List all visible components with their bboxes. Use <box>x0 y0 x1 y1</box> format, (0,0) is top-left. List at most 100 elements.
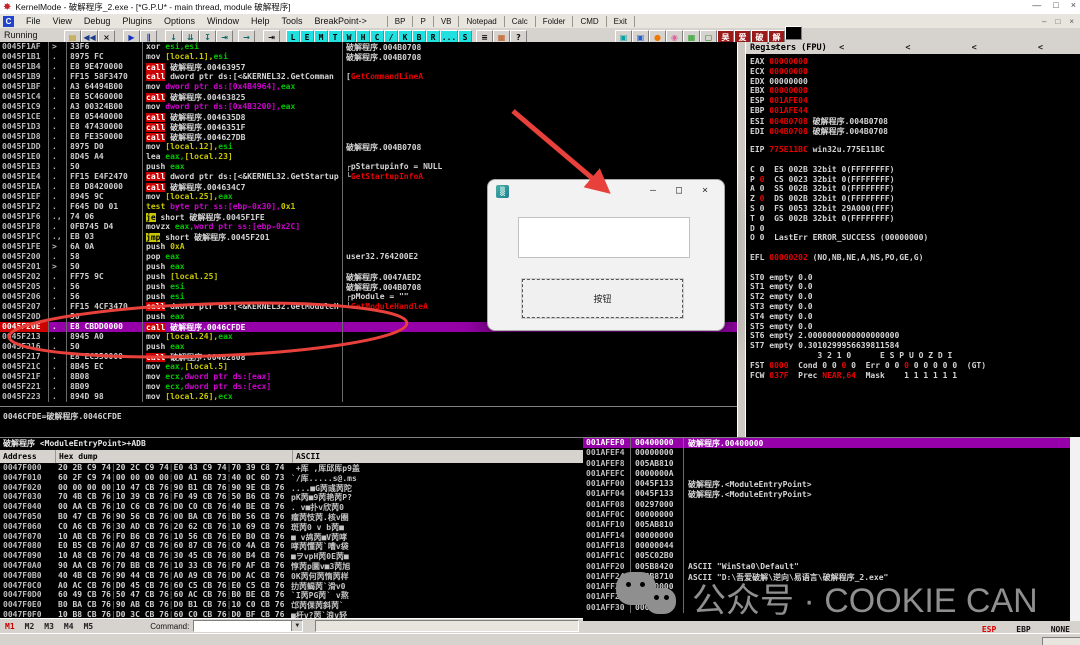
disasm-row[interactable]: 0045F21C. 8B45 EC mov eax,[local.5] <box>0 362 737 372</box>
menu-item-options[interactable]: Options <box>158 16 201 26</box>
dump-row[interactable]: 0047F0E0 B0 BA CB 76|90 AB CB 76|D0 B1 CB… <box>0 600 583 610</box>
disasm-row[interactable]: 0045F1E3. 50 push eax ┌pStartupinfo = NULL <box>0 162 737 172</box>
stack-row[interactable]: 001AFEF8 005AB810 <box>583 458 1070 469</box>
stack-row[interactable]: 001AFF08 00297000 <box>583 499 1070 511</box>
register-line[interactable]: ST4 empty 0.0 <box>750 312 1080 322</box>
disasm-row[interactable]: 0045F1E0. 8D45 A4 lea eax,[local.23] <box>0 152 737 162</box>
register-line[interactable]: FST 0000 Cond 0 0 0 0 Err 0 0 0 0 0 0 0 … <box>750 361 1080 371</box>
menu-item-breakpoint[interactable]: BreakPoint-> <box>309 16 373 26</box>
stack-scrollbar[interactable] <box>1070 437 1080 621</box>
register-line[interactable] <box>750 155 1080 165</box>
memory-tab-m4[interactable]: M4 <box>59 622 79 631</box>
disasm-row[interactable]: 0045F1B9. FF15 58F3470 call dword ptr ds:[… <box>0 72 737 82</box>
register-line[interactable]: ESP 001AFE04 <box>750 96 1080 106</box>
window-minimize-button[interactable]: — <box>1032 0 1041 10</box>
dump-row[interactable]: 0047F020 00 00 00 00|10 47 CB 76|90 B1 CB… <box>0 483 583 493</box>
register-line[interactable]: T 0 GS 002B 32bit 0(FFFFFFFF) <box>750 214 1080 224</box>
register-line[interactable]: ST7 empty 0.3010299956639811584 <box>750 341 1080 351</box>
disasm-row[interactable]: 0045F1B4. E8 9E470000 call 破解程序.00463957 <box>0 62 737 72</box>
stack-row[interactable]: 001AFEF0 00400000 破解程序.00400000 <box>583 438 1070 449</box>
disasm-row[interactable]: 0045F1CE. E8 05440000 call 破解程序.004635D8 <box>0 112 737 122</box>
dialog-text-input[interactable] <box>518 217 690 258</box>
window-close-button[interactable]: × <box>1071 0 1076 10</box>
disasm-row[interactable]: 0045F223. 894D 98 mov [local.26],ecx <box>0 392 737 402</box>
dump-row[interactable]: 0047F0C0 A0 AC CB 76|D0 45 CB 76|60 C5 CB… <box>0 581 583 591</box>
stack-row[interactable]: 001AFF0C 00000000 <box>583 510 1070 521</box>
dialog-minimize-button[interactable]: — <box>640 180 666 202</box>
register-line[interactable]: S 0 FS 0053 32bit 29A000(FFF) <box>750 204 1080 214</box>
registers-header-arrows[interactable]: < < < < < <box>773 42 1071 54</box>
register-line[interactable]: EBP 001AFE44 <box>750 106 1080 116</box>
mdi-minimize-button[interactable]: – <box>1042 17 1046 26</box>
register-line[interactable]: C 0 ES 002B 32bit 0(FFFFFFFF) <box>750 165 1080 175</box>
disasm-row[interactable]: 0045F1B1. 8975 FC mov [local.1],esi 破解程序.00… <box>0 52 737 62</box>
window-maximize-button[interactable]: □ <box>1053 0 1058 10</box>
register-line[interactable]: A 0 SS 002B 32bit 0(FFFFFFFF) <box>750 184 1080 194</box>
disasm-row[interactable]: 0045F1D8. E8 FE350000 call 破解程序.004627DB <box>0 132 737 142</box>
register-line[interactable]: Z 0 DS 002B 32bit 0(FFFFFFFF) <box>750 194 1080 204</box>
stack-row[interactable]: 001AFF2C 00000000 <box>583 592 1070 603</box>
disasm-row[interactable]: 0045F1DD. 8975 D0 mov [local.12],esi 破解程序.0… <box>0 142 737 152</box>
stack-row[interactable]: 001AFEFC 0000000A <box>583 468 1070 480</box>
register-line[interactable]: ST6 empty 2.0000000000000000000 <box>750 331 1080 341</box>
register-line[interactable]: ESI 004B0708 破解程序.004B0708 <box>750 116 1080 126</box>
dump-row[interactable]: 0047F040 00 AA CB 76|10 C6 CB 76|D0 C0 CB… <box>0 502 583 512</box>
dump-row[interactable]: 0047F080 E0 B5 CB 76|A0 87 CB 76|60 87 CB… <box>0 541 583 551</box>
target-app-dialog[interactable]: ▒ — □ × 按钮 <box>487 179 725 331</box>
disasm-row[interactable]: 0045F1D3. E8 47430000 call 破解程序.0046351F <box>0 122 737 132</box>
dialog-button[interactable]: 按钮 <box>522 279 683 318</box>
stack-row[interactable]: 001AFF04 0045F133 破解程序.<ModuleEntryPoint> <box>583 489 1070 500</box>
register-line[interactable]: EDI 004B0708 破解程序.004B0708 <box>750 126 1080 136</box>
mdi-close-button[interactable]: × <box>1069 17 1074 26</box>
command-input[interactable]: ▼ <box>193 620 304 632</box>
register-line[interactable]: FCW 037F Prec NEAR,64 Mask 1 1 1 1 1 1 <box>750 371 1080 381</box>
disasm-row[interactable]: 0045F21F. 8B08 mov ecx,dword ptr ds:[eax] <box>0 372 737 382</box>
register-line[interactable]: P 0 CS 0023 32bit 0(FFFFFFFF) <box>750 175 1080 185</box>
dump-row[interactable]: 0047F050 B0 47 CB 76|90 56 CB 76|00 BA CB… <box>0 512 583 522</box>
dump-row[interactable]: 0047F0B0 40 4B CB 76|90 44 CB 76|A0 A9 CB… <box>0 571 583 581</box>
dump-row[interactable]: 0047F030 70 4B CB 76|10 39 CB 76|F0 49 CB… <box>0 492 583 502</box>
disasm-row[interactable]: 0045F217. E8 EC350000 call 破解程序.00462808 <box>0 352 737 362</box>
dump-row[interactable]: 0047F060 C0 A6 CB 76|30 AD CB 76|20 62 CB… <box>0 522 583 532</box>
dialog-title-bar[interactable]: ▒ — □ × <box>488 180 724 202</box>
stack-row[interactable]: 001AFF10 005AB810 <box>583 520 1070 531</box>
dump-row[interactable]: 0047F090 10 A8 CB 76|70 48 CB 76|30 45 CB… <box>0 551 583 561</box>
register-line[interactable]: EDX 00000000 <box>750 77 1080 87</box>
memory-tab-m1[interactable]: M1 <box>0 622 20 631</box>
dump-row[interactable]: 0047F0A0 90 AA CB 76|70 BB CB 76|10 33 CB… <box>0 561 583 571</box>
memory-tab-m2[interactable]: M2 <box>20 622 40 631</box>
dump-row[interactable]: 0047F070 10 AB CB 76|F0 B6 CB 76|10 56 CB… <box>0 532 583 542</box>
menu-item-plugins[interactable]: Plugins <box>116 16 158 26</box>
menu-item-file[interactable]: File <box>20 16 47 26</box>
memory-tab-m3[interactable]: M3 <box>39 622 59 631</box>
stack-row[interactable]: 001AFF14 00000000 <box>583 530 1070 541</box>
register-line[interactable]: O 0 LastErr ERROR_SUCCESS (00000000) <box>750 233 1080 243</box>
dump-pane[interactable]: 破解程序 <ModuleEntryPoint>+ADB Address Hex … <box>0 437 583 633</box>
disasm-row[interactable]: 0045F216. 50 push eax <box>0 342 737 352</box>
memory-tab-m5[interactable]: M5 <box>79 622 99 631</box>
menu-item-debug[interactable]: Debug <box>78 16 117 26</box>
stack-row[interactable]: 001AFF20 005B8420 ASCII "WinSta0\Default" <box>583 561 1070 572</box>
stack-row[interactable]: 001AFEF4 00000000 <box>583 448 1070 459</box>
stack-pane[interactable]: 001AFEF0 00400000 破解程序.00400000 001AFEF4 000… <box>583 437 1070 622</box>
stack-row[interactable]: 001AFF30 00000000 <box>583 602 1070 614</box>
register-line[interactable]: EFL 00000202 (NO,NB,NE,A,NS,PO,GE,G) <box>750 253 1080 263</box>
dialog-close-button[interactable]: × <box>692 180 718 202</box>
stack-row[interactable]: 001AFF28 00000000 <box>583 582 1070 593</box>
disasm-row[interactable]: 0045F213. 8945 A0 mov [local.24],eax <box>0 332 737 342</box>
stack-row[interactable]: 001AFF00 0045F133 破解程序.<ModuleEntryPoint> <box>583 479 1070 490</box>
register-line[interactable]: ST5 empty 0.0 <box>750 322 1080 332</box>
register-line[interactable]: ST2 empty 0.0 <box>750 292 1080 302</box>
dialog-maximize-button[interactable]: □ <box>666 180 692 202</box>
menu-item-window[interactable]: Window <box>201 16 245 26</box>
register-line[interactable]: ST0 empty 0.0 <box>750 273 1080 283</box>
menu-item-help[interactable]: Help <box>245 16 276 26</box>
dump-row[interactable]: 0047F010 60 2F C9 74|00 00 00 00|00 A1 6B… <box>0 473 583 483</box>
register-line[interactable] <box>750 135 1080 145</box>
register-line[interactable]: EIP 775E11BC win32u.775E11BC <box>750 145 1080 155</box>
disasm-row[interactable]: 0045F1C9. A3 00324B00 mov dword ptr ds:[0x… <box>0 102 737 112</box>
register-line[interactable] <box>750 263 1080 273</box>
register-line[interactable] <box>750 243 1080 253</box>
plugin-black-icon[interactable] <box>785 25 802 40</box>
register-line[interactable]: EBX 00000000 <box>750 86 1080 96</box>
